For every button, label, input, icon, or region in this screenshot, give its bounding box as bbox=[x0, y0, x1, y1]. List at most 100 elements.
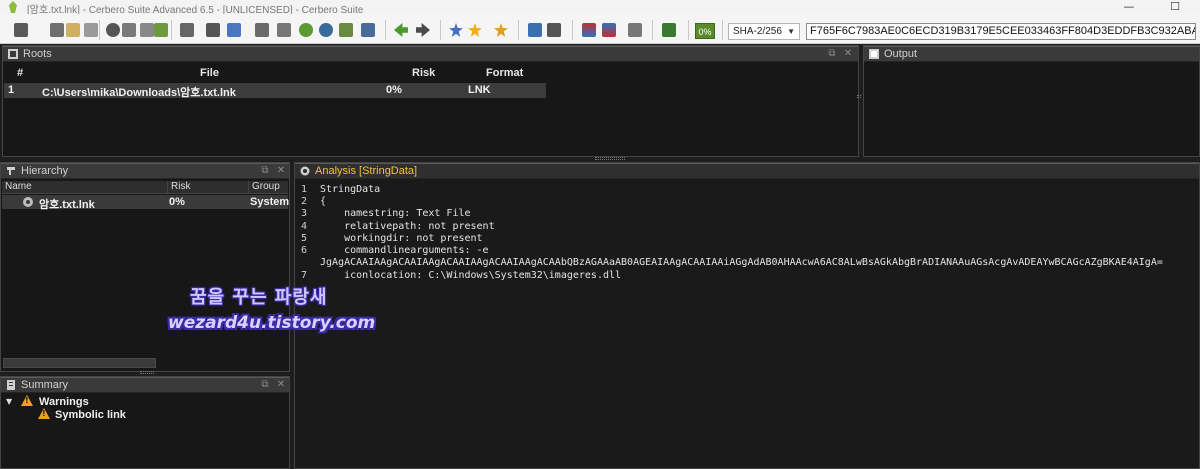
line-number: 1 bbox=[301, 184, 308, 195]
analysis-code: 1 StringData 2 { 3 namestring: Text File 4… bbox=[296, 181, 1200, 469]
roots-col-file[interactable]: File bbox=[200, 67, 219, 79]
warning-icon bbox=[21, 395, 33, 406]
app-logo-icon bbox=[9, 1, 17, 13]
summary-panel: Summary ⧉ ✕ bbox=[0, 376, 290, 469]
undo-icon[interactable] bbox=[662, 23, 676, 37]
main-toolbar: 0% SHA-2/256 ▼ F765F6C7983AE0C6ECD319B31… bbox=[0, 14, 1200, 44]
horizontal-scrollbar[interactable] bbox=[3, 358, 156, 368]
row-file-path: C:\Users\mika\Downloads\암호.txt.lnk bbox=[42, 87, 236, 99]
toolbar-separator bbox=[171, 20, 172, 40]
roots-col-format[interactable]: Format bbox=[486, 67, 523, 79]
layout-icon[interactable] bbox=[180, 23, 194, 37]
up-arrow-icon[interactable] bbox=[299, 23, 313, 37]
summary-group-warnings[interactable]: Warnings bbox=[39, 396, 89, 408]
forward-arrow-icon[interactable] bbox=[416, 23, 430, 37]
roots-panel-header: Roots ⧉ ✕ bbox=[3, 46, 858, 62]
hierarchy-panel-header: Hierarchy ⧉ ✕ bbox=[1, 163, 289, 179]
summary-icon bbox=[7, 380, 15, 390]
panel-icon[interactable] bbox=[255, 23, 269, 37]
tree-item-group: System bbox=[250, 196, 290, 208]
toolbar-separator bbox=[722, 20, 723, 40]
output-body bbox=[864, 62, 1199, 156]
open-menu-icon[interactable] bbox=[14, 23, 28, 37]
hierarchy-col-risk[interactable]: Risk bbox=[167, 181, 248, 194]
row-format: LNK bbox=[468, 84, 491, 96]
float-panel-icon[interactable]: ⧉ bbox=[826, 48, 838, 60]
minimize-button[interactable]: — bbox=[1106, 0, 1152, 14]
toolbar-separator bbox=[652, 20, 653, 40]
refresh-icon[interactable] bbox=[227, 23, 241, 37]
tools-icon[interactable] bbox=[628, 23, 642, 37]
splitter-handle[interactable] bbox=[595, 157, 625, 160]
hash-algorithm-select[interactable]: SHA-2/256 ▼ bbox=[728, 23, 800, 40]
line-text: relativepath: not present bbox=[320, 221, 495, 232]
line-text: iconlocation: C:\Windows\System32\imager… bbox=[320, 270, 622, 281]
roots-col-index[interactable]: # bbox=[17, 67, 23, 79]
open-file-icon[interactable] bbox=[66, 23, 80, 37]
line-text: commandlinearguments: -e bbox=[320, 245, 489, 256]
progress-indicator: 0% bbox=[695, 23, 715, 39]
line-text: workingdir: not present bbox=[320, 233, 483, 244]
splitter-handle[interactable] bbox=[140, 371, 154, 374]
roots-col-risk[interactable]: Risk bbox=[412, 67, 435, 79]
script-icon[interactable] bbox=[154, 23, 168, 37]
hierarchy-header-row: Name Risk Group bbox=[2, 181, 288, 194]
split-icon[interactable] bbox=[277, 23, 291, 37]
watermark-title: 꿈을 꾸는 파랑새 bbox=[190, 287, 328, 308]
window-icon[interactable] bbox=[206, 23, 220, 37]
hierarchy-panel-title: Hierarchy bbox=[21, 165, 69, 177]
bookmark-star-blue-icon[interactable] bbox=[449, 23, 463, 37]
tree-item-risk: 0% bbox=[169, 196, 185, 208]
close-panel-icon[interactable]: ✕ bbox=[275, 379, 287, 391]
title-bar: [암호.txt.lnk] - Cerbero Suite Advanced 6.… bbox=[0, 0, 1200, 16]
hierarchy-col-name[interactable]: Name bbox=[2, 181, 167, 194]
warning-icon bbox=[38, 408, 50, 419]
settings-gear-icon[interactable] bbox=[106, 23, 120, 37]
close-panel-icon[interactable]: ✕ bbox=[275, 165, 287, 177]
hash-algorithm-value: SHA-2/256 bbox=[733, 26, 782, 37]
line-number: 6 bbox=[301, 245, 308, 256]
hex-view-icon[interactable] bbox=[547, 23, 561, 37]
line-text: JgAgACAAIAAgACAAIAAgACAAIAAgACAAIAAgACAA… bbox=[320, 257, 1163, 268]
roots-panel-title: Roots bbox=[23, 48, 52, 60]
compare-icon[interactable] bbox=[582, 23, 596, 37]
document-icon[interactable] bbox=[84, 23, 98, 37]
output-panel-header: Output bbox=[864, 46, 1199, 62]
hierarchy-col-group[interactable]: Group bbox=[248, 181, 288, 194]
copy-icon[interactable] bbox=[122, 23, 136, 37]
float-panel-icon[interactable]: ⧉ bbox=[259, 379, 271, 391]
expand-chevron-icon[interactable]: ▼ bbox=[6, 397, 12, 406]
toolbar-separator bbox=[440, 20, 441, 40]
summary-item-symbolic-link[interactable]: Symbolic link bbox=[55, 409, 126, 421]
table-row[interactable]: 1 C:\Users\mika\Downloads\암호.txt.lnk 0% … bbox=[4, 83, 546, 99]
row-index: 1 bbox=[8, 84, 15, 96]
find-icon[interactable] bbox=[339, 23, 353, 37]
analysis-panel-title: Analysis [StringData] bbox=[315, 165, 418, 177]
maximize-button[interactable]: ☐ bbox=[1152, 0, 1198, 14]
line-number: 2 bbox=[301, 196, 308, 207]
analysis-panel-header: Analysis [StringData] bbox=[295, 163, 1199, 179]
line-number: 7 bbox=[301, 270, 308, 281]
tree-item-name: 암호.txt.lnk bbox=[39, 199, 95, 211]
line-text: namestring: Text File bbox=[320, 208, 471, 219]
splitter-handle[interactable] bbox=[857, 95, 861, 98]
toolbar-separator bbox=[385, 20, 386, 40]
output-icon bbox=[869, 49, 879, 59]
roots-panel: Roots ⧉ ✕ bbox=[2, 45, 859, 157]
float-panel-icon[interactable]: ⧉ bbox=[259, 165, 271, 177]
paste-icon[interactable] bbox=[140, 23, 154, 37]
hash-value-field[interactable]: F765F6C7983AE0C6ECD319B3179E5CEE033463FF… bbox=[806, 23, 1196, 40]
back-arrow-icon[interactable] bbox=[394, 23, 408, 37]
tree-item[interactable]: 암호.txt.lnk 0% System bbox=[2, 195, 290, 211]
bookmark-star-gold-icon[interactable] bbox=[494, 23, 508, 37]
bookmark-star-icon[interactable] bbox=[468, 23, 482, 37]
diff-icon[interactable] bbox=[602, 23, 616, 37]
roots-icon bbox=[8, 49, 18, 59]
close-panel-icon[interactable]: ✕ bbox=[842, 48, 854, 60]
search-icon[interactable] bbox=[319, 23, 333, 37]
row-risk: 0% bbox=[386, 84, 402, 96]
line-text: StringData bbox=[320, 184, 381, 195]
report-icon[interactable] bbox=[528, 23, 542, 37]
filter-icon[interactable] bbox=[361, 23, 375, 37]
save-icon[interactable] bbox=[50, 23, 64, 37]
